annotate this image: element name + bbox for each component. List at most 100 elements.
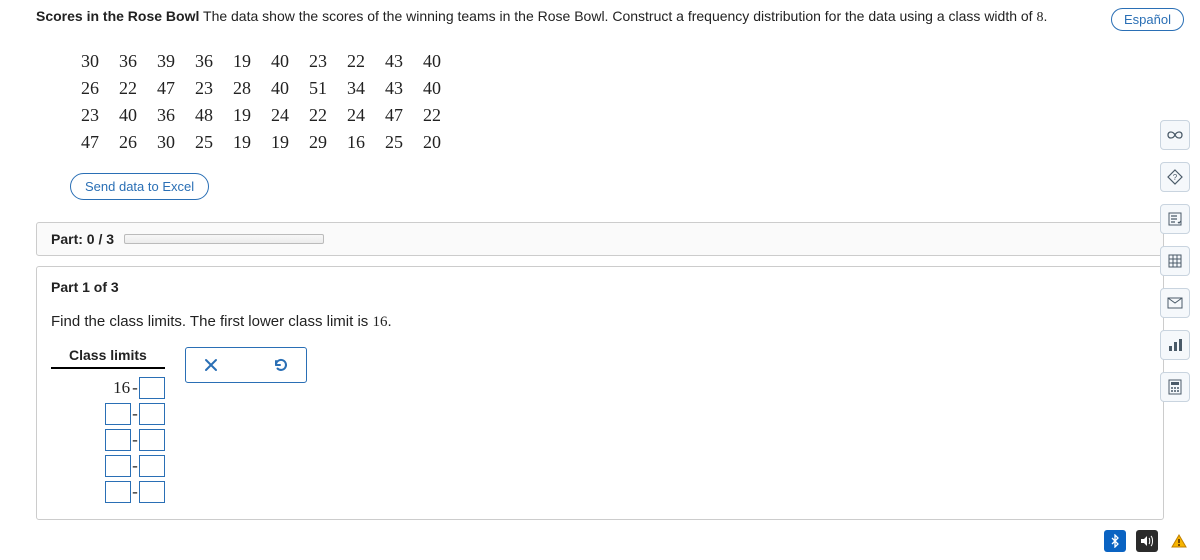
data-cell: 26 bbox=[72, 76, 108, 101]
mail-icon[interactable] bbox=[1160, 288, 1190, 318]
table-row: 26224723284051344340 bbox=[72, 76, 450, 101]
dash-icon: - bbox=[132, 404, 138, 424]
class-limit-row-2: - bbox=[51, 403, 165, 425]
data-cell: 34 bbox=[338, 76, 374, 101]
data-cell: 43 bbox=[376, 76, 412, 101]
data-cell: 22 bbox=[300, 103, 336, 128]
data-cell: 25 bbox=[186, 130, 222, 155]
row1-upper-input[interactable] bbox=[139, 377, 165, 399]
bluetooth-icon[interactable] bbox=[1104, 530, 1126, 552]
row4-lower-input[interactable] bbox=[105, 455, 131, 477]
data-cell: 25 bbox=[376, 130, 412, 155]
data-cell: 24 bbox=[338, 103, 374, 128]
data-table: 3036393619402322434026224723284051344340… bbox=[70, 47, 452, 157]
class-limit-row-5: - bbox=[51, 481, 165, 503]
data-cell: 48 bbox=[186, 103, 222, 128]
data-cell: 20 bbox=[414, 130, 450, 155]
data-cell: 40 bbox=[414, 76, 450, 101]
row3-upper-input[interactable] bbox=[139, 429, 165, 451]
class-limits-header: Class limits bbox=[51, 347, 165, 369]
row2-lower-input[interactable] bbox=[105, 403, 131, 425]
data-cell: 47 bbox=[148, 76, 184, 101]
part-current: 0 bbox=[87, 231, 95, 247]
instruction-a: Find the class limits. The first lower c… bbox=[51, 313, 372, 330]
data-cell: 23 bbox=[72, 103, 108, 128]
data-cell: 26 bbox=[110, 130, 146, 155]
class-limit-row-1: 16 - bbox=[51, 377, 165, 399]
data-cell: 24 bbox=[262, 103, 298, 128]
problem-statement: Scores in the Rose Bowl The data show th… bbox=[36, 6, 1091, 28]
data-cell: 19 bbox=[224, 49, 260, 74]
first-lower-value: 16 bbox=[372, 314, 387, 330]
data-cell: 19 bbox=[224, 130, 260, 155]
data-cell: 30 bbox=[72, 49, 108, 74]
clear-button[interactable] bbox=[196, 352, 226, 378]
instruction-text: Find the class limits. The first lower c… bbox=[51, 313, 1149, 331]
grid-icon[interactable] bbox=[1160, 246, 1190, 276]
row2-upper-input[interactable] bbox=[139, 403, 165, 425]
row4-upper-input[interactable] bbox=[139, 455, 165, 477]
instruction-b: . bbox=[387, 313, 391, 330]
data-cell: 40 bbox=[414, 49, 450, 74]
alert-icon[interactable] bbox=[1168, 530, 1190, 552]
data-cell: 39 bbox=[148, 49, 184, 74]
svg-text:?: ? bbox=[1173, 173, 1178, 182]
data-cell: 36 bbox=[110, 49, 146, 74]
data-cell: 22 bbox=[414, 103, 450, 128]
part-total: 3 bbox=[106, 231, 114, 247]
table-row: 23403648192422244722 bbox=[72, 103, 450, 128]
data-cell: 40 bbox=[262, 49, 298, 74]
data-cell: 23 bbox=[300, 49, 336, 74]
problem-title: Scores in the Rose Bowl bbox=[36, 8, 199, 24]
dash-icon: - bbox=[132, 378, 138, 398]
data-cell: 47 bbox=[376, 103, 412, 128]
x-icon bbox=[203, 357, 219, 373]
part-progress-header[interactable]: Part: 0 / 3 bbox=[36, 222, 1164, 256]
calculator-icon[interactable] bbox=[1160, 372, 1190, 402]
table-row: 47263025191929162520 bbox=[72, 130, 450, 155]
data-cell: 28 bbox=[224, 76, 260, 101]
send-to-excel-button[interactable]: Send data to Excel bbox=[70, 173, 209, 200]
class-limit-row-4: - bbox=[51, 455, 165, 477]
answer-controls bbox=[185, 347, 307, 383]
data-cell: 36 bbox=[148, 103, 184, 128]
class-limits-column: Class limits 16 - - - - bbox=[51, 347, 165, 507]
data-cell: 19 bbox=[262, 130, 298, 155]
data-cell: 30 bbox=[148, 130, 184, 155]
part-number-label: Part 1 of 3 bbox=[51, 279, 1149, 295]
list-check-icon[interactable] bbox=[1160, 204, 1190, 234]
data-cell: 22 bbox=[338, 49, 374, 74]
table-row: 30363936194023224340 bbox=[72, 49, 450, 74]
sound-icon[interactable] bbox=[1136, 530, 1158, 552]
problem-body-b: . bbox=[1043, 8, 1047, 24]
infinity-icon[interactable] bbox=[1160, 120, 1190, 150]
hint-icon[interactable]: ? bbox=[1160, 162, 1190, 192]
data-cell: 29 bbox=[300, 130, 336, 155]
dash-icon: - bbox=[132, 456, 138, 476]
language-button[interactable]: Español bbox=[1111, 8, 1184, 31]
row5-lower-input[interactable] bbox=[105, 481, 131, 503]
problem-body-a: The data show the scores of the winning … bbox=[199, 8, 1036, 24]
progress-bar bbox=[124, 234, 324, 244]
data-cell: 36 bbox=[186, 49, 222, 74]
system-tray bbox=[1104, 530, 1190, 552]
part-sep: / bbox=[98, 231, 102, 247]
data-cell: 40 bbox=[262, 76, 298, 101]
bar-chart-icon[interactable] bbox=[1160, 330, 1190, 360]
part-label: Part: bbox=[51, 231, 83, 247]
side-toolbar: ? bbox=[1160, 120, 1190, 402]
reset-button[interactable] bbox=[266, 352, 296, 378]
row1-lower-fixed: 16 bbox=[113, 378, 130, 398]
class-limit-row-3: - bbox=[51, 429, 165, 451]
row3-lower-input[interactable] bbox=[105, 429, 131, 451]
data-cell: 22 bbox=[110, 76, 146, 101]
row5-upper-input[interactable] bbox=[139, 481, 165, 503]
data-cell: 16 bbox=[338, 130, 374, 155]
data-cell: 23 bbox=[186, 76, 222, 101]
data-cell: 40 bbox=[110, 103, 146, 128]
undo-icon bbox=[272, 356, 290, 374]
dash-icon: - bbox=[132, 430, 138, 450]
part-body: Part 1 of 3 Find the class limits. The f… bbox=[36, 266, 1164, 520]
data-cell: 19 bbox=[224, 103, 260, 128]
data-cell: 51 bbox=[300, 76, 336, 101]
